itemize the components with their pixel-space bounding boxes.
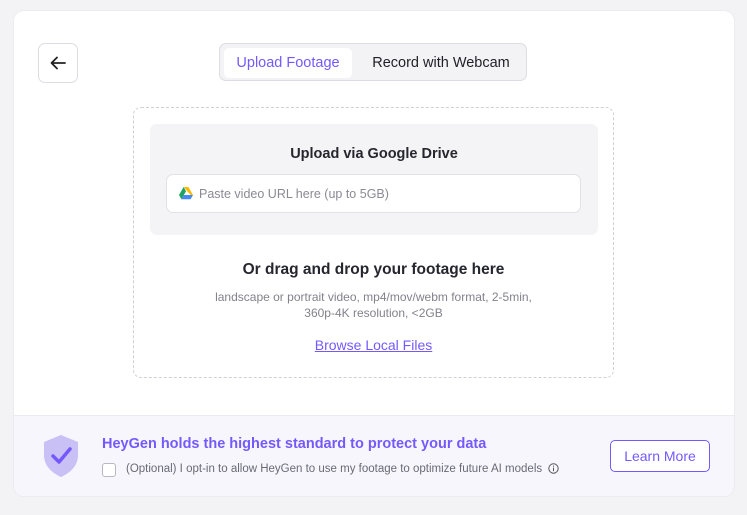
opt-in-label: (Optional) I opt-in to allow HeyGen to u…: [126, 463, 560, 475]
tab-upload-footage[interactable]: Upload Footage: [224, 48, 352, 78]
google-drive-icon: [179, 187, 193, 200]
format-requirements: landscape or portrait video, mp4/mov/web…: [184, 289, 563, 321]
drop-zone[interactable]: Upload via Google Drive Or drag and drop…: [133, 107, 614, 378]
opt-in-checkbox[interactable]: [102, 463, 116, 477]
google-drive-title: Upload via Google Drive: [290, 146, 458, 162]
source-tabs: Upload Footage Record with Webcam: [219, 43, 527, 81]
opt-in-label-text: (Optional) I opt-in to allow HeyGen to u…: [126, 463, 543, 475]
drive-url-field: [166, 174, 581, 213]
privacy-footer: HeyGen holds the highest standard to pro…: [14, 415, 734, 496]
drive-url-input[interactable]: [199, 175, 569, 212]
arrow-left-icon: [50, 56, 66, 70]
privacy-title: HeyGen holds the highest standard to pro…: [102, 436, 487, 452]
upload-card: Upload Footage Record with Webcam Upload…: [14, 11, 734, 496]
shield-check-icon: [44, 435, 78, 477]
back-button[interactable]: [38, 43, 78, 83]
tab-record-webcam[interactable]: Record with Webcam: [358, 48, 524, 78]
drag-drop-title: Or drag and drop your footage here: [242, 261, 505, 278]
format-requirements-line1: landscape or portrait video, mp4/mov/web…: [215, 290, 532, 304]
info-icon[interactable]: [548, 463, 560, 474]
browse-local-files-link[interactable]: Browse Local Files: [134, 337, 613, 353]
google-drive-panel: Upload via Google Drive: [150, 124, 598, 235]
learn-more-button[interactable]: Learn More: [610, 440, 710, 472]
format-requirements-line2: 360p-4K resolution, <2GB: [304, 306, 443, 320]
